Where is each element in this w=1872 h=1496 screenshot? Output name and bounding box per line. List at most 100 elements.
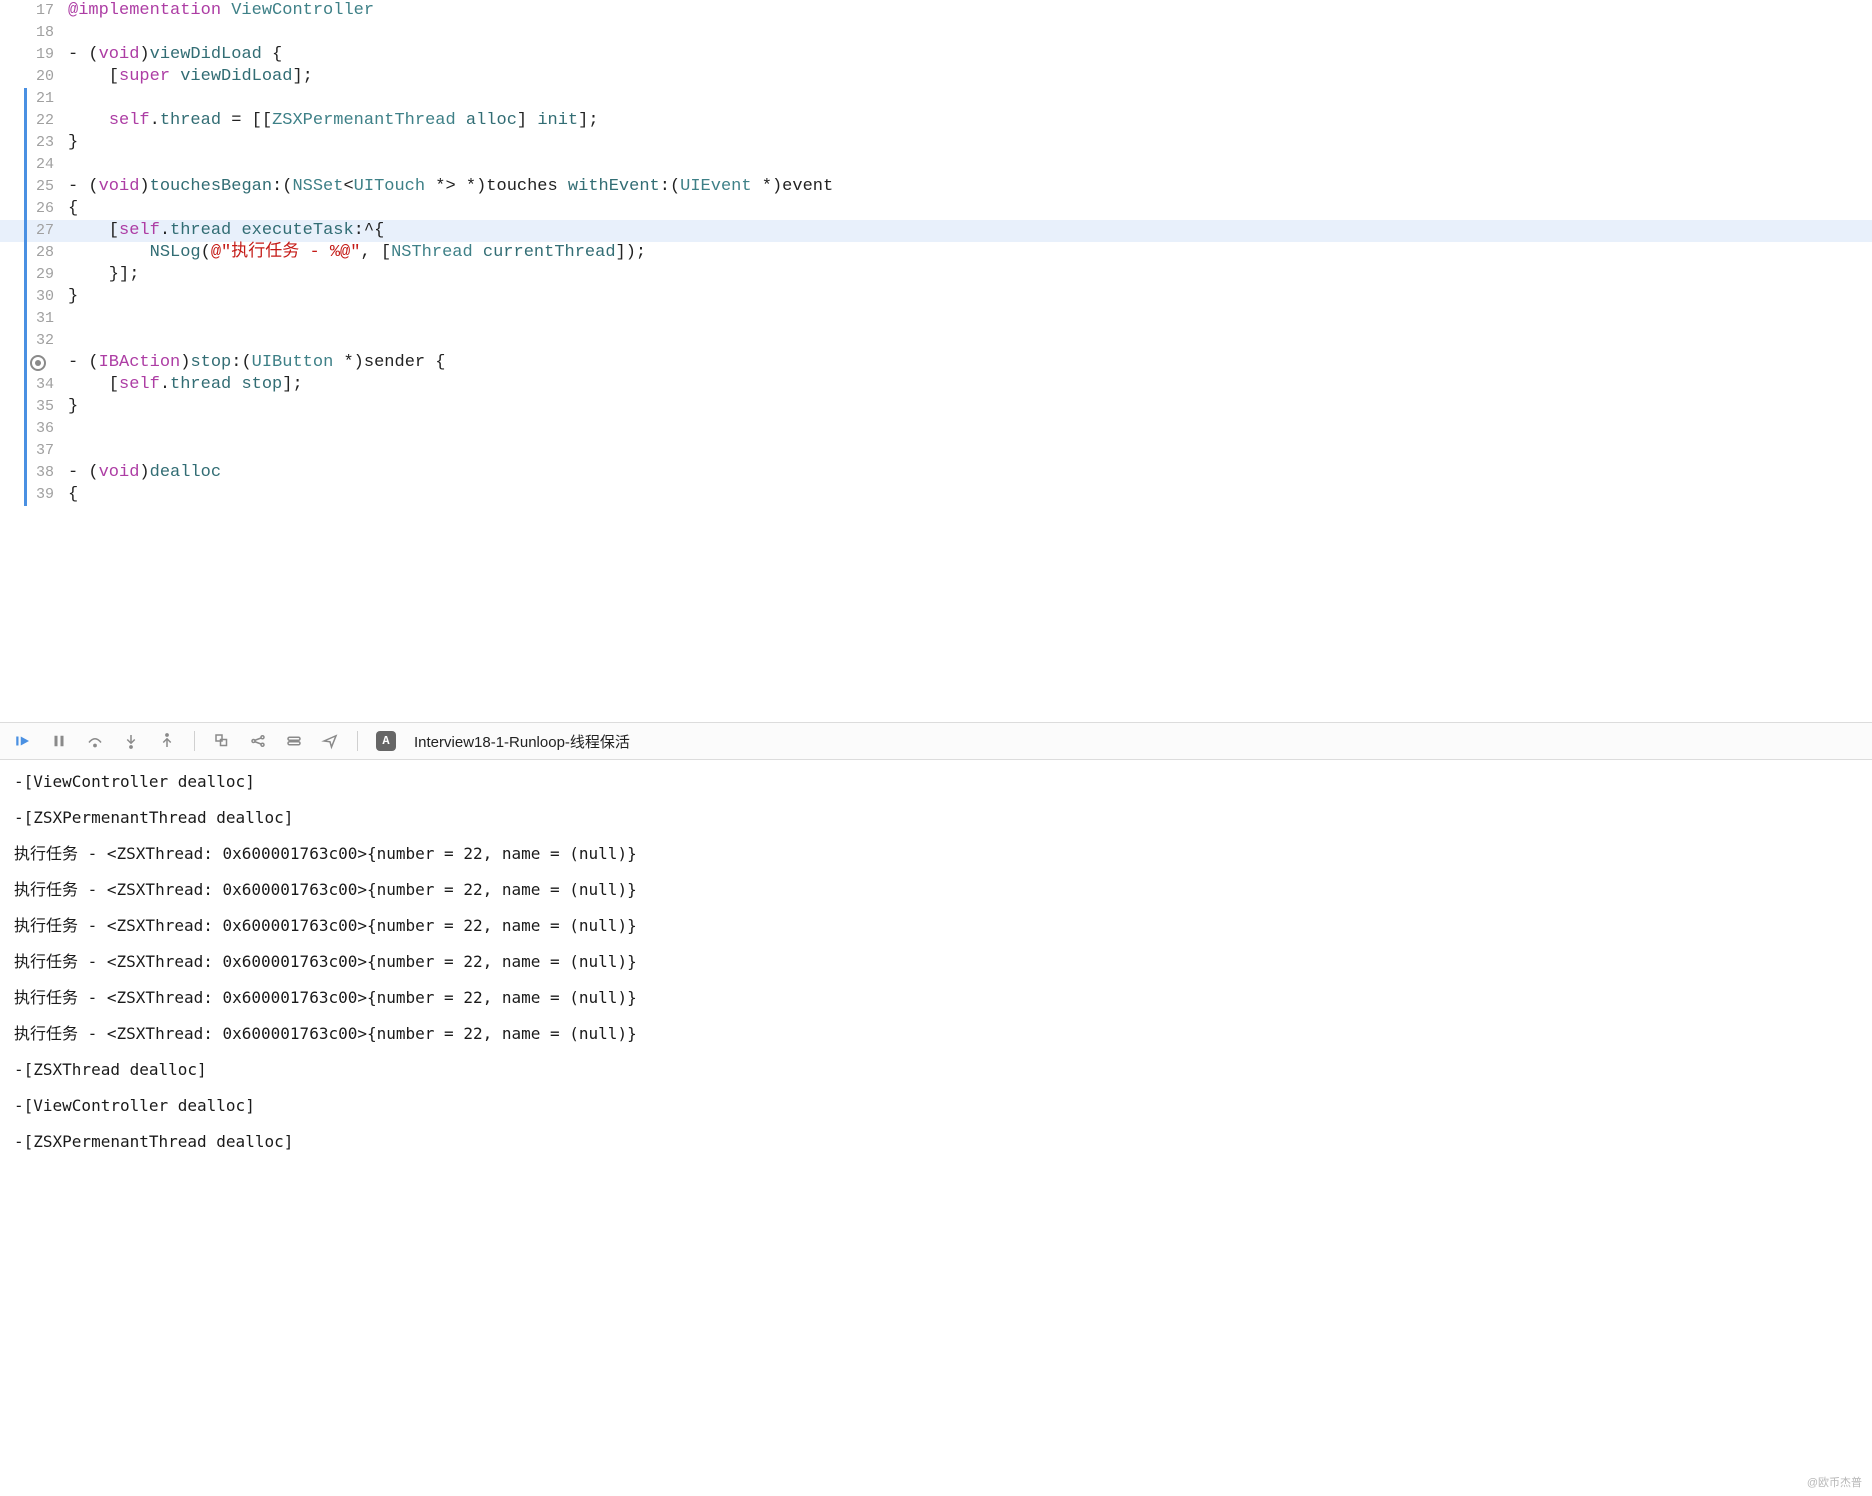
change-bar <box>24 88 27 110</box>
code-content[interactable]: } <box>68 132 1872 154</box>
code-content[interactable]: }]; <box>68 264 1872 286</box>
console-line: 执行任务 - <ZSXThread: 0x600001763c00>{numbe… <box>14 872 1858 908</box>
code-content[interactable]: - (void)viewDidLoad { <box>68 44 1872 66</box>
console-line: -[ViewController dealloc] <box>14 764 1858 800</box>
code-content[interactable]: } <box>68 396 1872 418</box>
location-icon[interactable] <box>321 732 339 750</box>
code-content[interactable]: - (void)dealloc <box>68 462 1872 484</box>
step-into-icon[interactable] <box>122 732 140 750</box>
code-line[interactable]: 35} <box>0 396 1872 418</box>
code-line[interactable]: 20 [super viewDidLoad]; <box>0 66 1872 88</box>
console-line: 执行任务 - <ZSXThread: 0x600001763c00>{numbe… <box>14 908 1858 944</box>
console-line: -[ViewController dealloc] <box>14 1088 1858 1124</box>
code-line[interactable]: 28 NSLog(@"执行任务 - %@", [NSThread current… <box>0 242 1872 264</box>
debug-toolbar: A Interview18-1-Runloop-线程保活 <box>0 722 1872 760</box>
code-line[interactable]: 25- (void)touchesBegan:(NSSet<UITouch *>… <box>0 176 1872 198</box>
change-bar <box>24 176 27 198</box>
change-bar <box>24 110 27 132</box>
line-number[interactable]: 17 <box>0 0 68 22</box>
change-bar <box>24 242 27 264</box>
code-line[interactable]: 30} <box>0 286 1872 308</box>
change-bar <box>24 396 27 418</box>
step-over-icon[interactable] <box>86 732 104 750</box>
code-content[interactable]: [self.thread executeTask:^{ <box>68 220 1872 242</box>
console-output-pane[interactable]: -[ViewController dealloc]-[ZSXPermenantT… <box>0 760 1872 1496</box>
memory-graph-icon[interactable] <box>249 732 267 750</box>
line-number[interactable]: 22 <box>0 110 68 132</box>
step-out-icon[interactable] <box>158 732 176 750</box>
line-number[interactable]: 18 <box>0 22 68 44</box>
line-number[interactable]: 33 <box>0 352 68 374</box>
line-number[interactable]: 30 <box>0 286 68 308</box>
code-content[interactable]: NSLog(@"执行任务 - %@", [NSThread currentThr… <box>68 242 1872 264</box>
code-line[interactable]: 33- (IBAction)stop:(UIButton *)sender { <box>0 352 1872 374</box>
line-number[interactable]: 24 <box>0 154 68 176</box>
code-line[interactable]: 26{ <box>0 198 1872 220</box>
code-line[interactable]: 21 <box>0 88 1872 110</box>
code-line[interactable]: 22 self.thread = [[ZSXPermenantThread al… <box>0 110 1872 132</box>
line-number[interactable]: 36 <box>0 418 68 440</box>
change-bar <box>24 286 27 308</box>
line-number[interactable]: 39 <box>0 484 68 506</box>
code-content[interactable]: } <box>68 286 1872 308</box>
code-editor-pane[interactable]: 17@implementation ViewController1819- (v… <box>0 0 1872 722</box>
pause-icon[interactable] <box>50 732 68 750</box>
code-line[interactable]: 36 <box>0 418 1872 440</box>
line-number[interactable]: 19 <box>0 44 68 66</box>
line-number[interactable]: 29 <box>0 264 68 286</box>
code-line[interactable]: 27 [self.thread executeTask:^{ <box>0 220 1872 242</box>
view-debug-icon[interactable] <box>213 732 231 750</box>
change-bar <box>24 308 27 330</box>
code-line[interactable]: 38- (void)dealloc <box>0 462 1872 484</box>
change-bar <box>24 330 27 352</box>
debug-target-label: Interview18-1-Runloop-线程保活 <box>414 731 630 752</box>
breakpoint-marker-icon[interactable] <box>30 355 46 371</box>
line-number[interactable]: 20 <box>0 66 68 88</box>
change-bar <box>24 264 27 286</box>
code-line[interactable]: 34 [self.thread stop]; <box>0 374 1872 396</box>
code-content[interactable]: [super viewDidLoad]; <box>68 66 1872 88</box>
code-content[interactable]: { <box>68 484 1872 506</box>
code-line[interactable]: 37 <box>0 440 1872 462</box>
change-bar <box>24 132 27 154</box>
line-number[interactable]: 25 <box>0 176 68 198</box>
code-line[interactable]: 39{ <box>0 484 1872 506</box>
code-line[interactable]: 32 <box>0 330 1872 352</box>
code-line[interactable]: 24 <box>0 154 1872 176</box>
code-content[interactable]: [self.thread stop]; <box>68 374 1872 396</box>
change-bar <box>24 418 27 440</box>
code-content[interactable]: @implementation ViewController <box>68 0 1872 22</box>
code-content[interactable]: self.thread = [[ZSXPermenantThread alloc… <box>68 110 1872 132</box>
code-line[interactable]: 17@implementation ViewController <box>0 0 1872 22</box>
code-line[interactable]: 19- (void)viewDidLoad { <box>0 44 1872 66</box>
line-number[interactable]: 35 <box>0 396 68 418</box>
change-bar <box>24 198 27 220</box>
line-number[interactable]: 34 <box>0 374 68 396</box>
line-number[interactable]: 32 <box>0 330 68 352</box>
code-line[interactable]: 29 }]; <box>0 264 1872 286</box>
code-line[interactable]: 31 <box>0 308 1872 330</box>
line-number[interactable]: 28 <box>0 242 68 264</box>
line-number[interactable]: 31 <box>0 308 68 330</box>
line-number[interactable]: 21 <box>0 88 68 110</box>
change-bar <box>24 220 27 242</box>
code-content[interactable]: - (void)touchesBegan:(NSSet<UITouch *> *… <box>68 176 1872 198</box>
console-line: 执行任务 - <ZSXThread: 0x600001763c00>{numbe… <box>14 836 1858 872</box>
change-bar <box>24 462 27 484</box>
line-number[interactable]: 27 <box>0 220 68 242</box>
console-line: -[ZSXPermenantThread dealloc] <box>14 1124 1858 1160</box>
line-number[interactable]: 38 <box>0 462 68 484</box>
line-number[interactable]: 23 <box>0 132 68 154</box>
console-line: 执行任务 - <ZSXThread: 0x600001763c00>{numbe… <box>14 1016 1858 1052</box>
line-number[interactable]: 26 <box>0 198 68 220</box>
code-line[interactable]: 23} <box>0 132 1872 154</box>
continue-icon[interactable] <box>14 732 32 750</box>
watermark-text: @欧币杰普 <box>1807 1474 1862 1490</box>
change-bar <box>24 484 27 506</box>
code-content[interactable]: - (IBAction)stop:(UIButton *)sender { <box>68 352 1872 374</box>
code-content[interactable]: { <box>68 198 1872 220</box>
environment-icon[interactable] <box>285 732 303 750</box>
line-number[interactable]: 37 <box>0 440 68 462</box>
code-line[interactable]: 18 <box>0 22 1872 44</box>
change-bar <box>24 374 27 396</box>
